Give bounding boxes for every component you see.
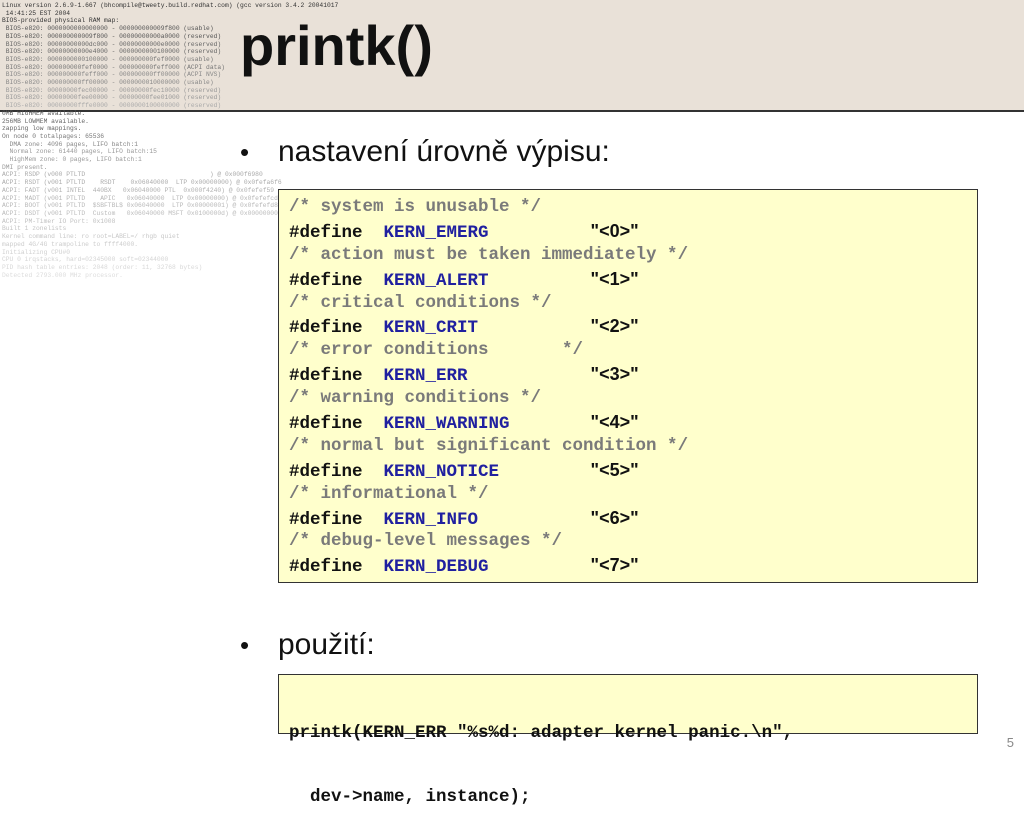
code-comment: /* normal but significant condition */: [289, 435, 689, 456]
bullet-levels-text: nastavení úrovně výpisu:: [278, 135, 610, 168]
level-macro-name: KERN_NOTICE: [383, 461, 500, 482]
boot-log-line: 256MB LOWMEM available.: [2, 117, 89, 125]
boot-log-line: zapping low mappings.: [2, 125, 82, 133]
define-line: #define KERN_NOTICE "<5>": [289, 459, 977, 483]
bullet-usage-text: použití:: [278, 628, 375, 661]
level-prefix-value: "<5>": [590, 459, 639, 480]
boot-log-line: 0MB HIGHMEM available.: [2, 109, 86, 117]
define-line: #define KERN_WARNING "<4>": [289, 411, 977, 435]
define-line: #define KERN_INFO "<6>": [289, 507, 977, 531]
level-macro-name: KERN_DEBUG: [383, 557, 489, 578]
boot-log-line: ACPI: RSDP (v000 PTLTD ) @ 0x000f6980: [2, 171, 263, 179]
code-comment: /* action must be taken immediately */: [289, 244, 689, 265]
code-comment: /* critical conditions */: [289, 292, 552, 313]
code-comment: /* informational */: [289, 483, 489, 504]
level-prefix-value: "<7>": [590, 555, 639, 576]
define-keyword: #define: [289, 414, 363, 435]
define-keyword: #define: [289, 366, 363, 387]
define-keyword: #define: [289, 222, 363, 243]
bullet-levels: • nastavení úrovně výpisu:: [240, 135, 610, 169]
code-comment: /* debug-level messages */: [289, 531, 563, 552]
bullet-usage: • použití:: [240, 628, 375, 662]
define-keyword: #define: [289, 318, 363, 339]
level-prefix-value: "<4>": [590, 412, 639, 433]
define-line: #define KERN_EMERG "<0>": [289, 220, 977, 244]
level-prefix-value: "<2>": [590, 316, 639, 337]
boot-log-line: BIOS-e820: 00000000fee00000 - 00000000fe…: [2, 94, 222, 102]
title-band: Linux version 2.6.9-1.667 (bhcompile@twe…: [0, 0, 1024, 279]
boot-log-line: Linux version 2.6.9-1.667 (bhcompile@twe…: [2, 2, 339, 9]
boot-log-line: BIOS-e820: 000000000ff00000 - 0000000010…: [2, 79, 214, 87]
level-macro-name: KERN_CRIT: [383, 318, 479, 339]
level-macro-name: KERN_ALERT: [383, 270, 489, 291]
level-macro-name: KERN_ERR: [383, 366, 468, 387]
define-line: #define KERN_DEBUG "<7>": [289, 554, 977, 578]
define-keyword: #define: [289, 461, 363, 482]
code-line: dev->name, instance);: [289, 787, 531, 807]
define-line: #define KERN_ALERT "<1>": [289, 268, 977, 292]
code-comment: /* warning conditions */: [289, 388, 542, 409]
boot-log-line: ACPI: RSDT (v001 PTLTD RSDT 0x06040000 L…: [2, 179, 282, 187]
level-prefix-value: "<0>": [590, 220, 639, 241]
level-macro-name: KERN_EMERG: [383, 222, 489, 243]
code-comment: /* error conditions */: [289, 340, 584, 361]
code-line: printk(KERN_ERR "%s%d: adapter kernel pa…: [289, 723, 794, 743]
boot-log-line: BIOS-e820: 00000000fffe0000 - 0000000100…: [2, 102, 222, 110]
level-macro-name: KERN_WARNING: [383, 414, 510, 435]
define-line: #define KERN_CRIT "<2>": [289, 315, 977, 339]
slide-title: printk(): [240, 14, 433, 77]
define-keyword: #define: [289, 509, 363, 530]
bullet-marker: •: [240, 136, 250, 167]
define-keyword: #define: [289, 270, 363, 291]
boot-log-line: BIOS-e820: 00000000fec00000 - 00000000fe…: [2, 86, 222, 94]
define-line: #define KERN_ERR "<3>": [289, 363, 977, 387]
log-level-definitions-code: /* system is unusable */ #define KERN_EME…: [278, 189, 978, 583]
define-keyword: #define: [289, 557, 363, 578]
level-prefix-value: "<3>": [590, 364, 639, 385]
page-number: 5: [1006, 735, 1014, 750]
bullet-marker: •: [240, 629, 250, 660]
code-comment: /* system is unusable */: [289, 197, 542, 217]
level-prefix-value: "<6>": [590, 507, 639, 528]
level-macro-name: KERN_INFO: [383, 509, 479, 530]
level-prefix-value: "<1>": [590, 268, 639, 289]
usage-example-code: printk(KERN_ERR "%s%d: adapter kernel pa…: [278, 674, 978, 807]
